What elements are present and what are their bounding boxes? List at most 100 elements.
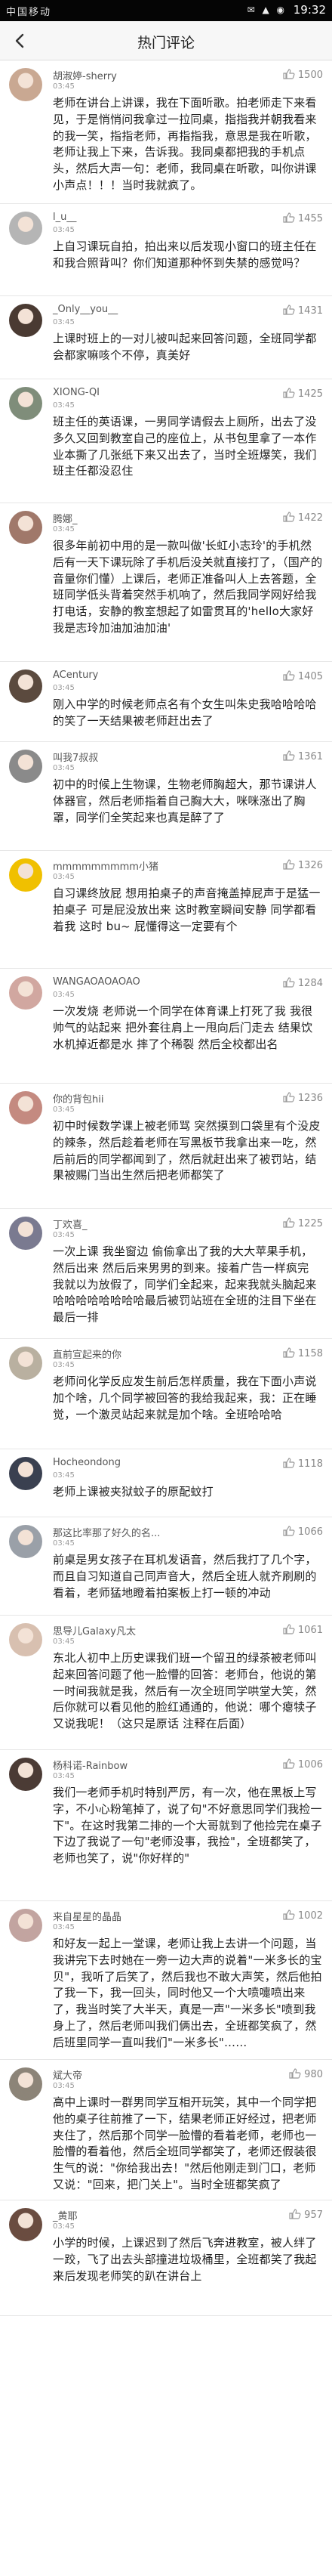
comment-username[interactable]: Hocheondong — [53, 1457, 121, 1468]
avatar-image — [9, 2067, 42, 2101]
comment-username[interactable]: mmmmmmmmm小猪 — [53, 858, 158, 873]
comment-username[interactable]: l_u__ — [53, 212, 76, 223]
avatar[interactable] — [9, 511, 42, 544]
avatar[interactable] — [9, 1091, 42, 1124]
status-icons: ✉ ▲ ◉ — [247, 5, 287, 15]
comment-time: 03:45 — [53, 873, 75, 881]
like-button[interactable]: 1455 — [283, 212, 323, 224]
thumbs-up-icon — [283, 977, 295, 988]
avatar[interactable] — [9, 750, 42, 783]
like-button[interactable]: 1326 — [283, 859, 323, 871]
like-count: 1326 — [297, 860, 323, 871]
comment-item[interactable]: _黄耶 03:45 957 小学的时候，上课迟到了然后飞奔进教室，被人绊了一跤，飞了出… — [0, 2200, 332, 2316]
avatar[interactable] — [9, 1217, 42, 1250]
comment-username[interactable]: 腾娜_ — [53, 511, 78, 525]
avatar[interactable] — [9, 1457, 42, 1490]
comment-username[interactable]: _Only__you__ — [53, 304, 118, 315]
comment-item[interactable]: _Only__you__ 03:45 1431 上课时班上的一对儿被叫起来回答问题，全… — [0, 296, 332, 379]
like-button[interactable]: 1284 — [283, 977, 323, 989]
thumbs-up-icon — [283, 750, 295, 761]
comment-username[interactable]: 杨科诺-Rainbow — [53, 1758, 128, 1772]
thumbs-up-icon — [283, 305, 295, 315]
like-button[interactable]: 1225 — [283, 1217, 323, 1229]
like-button[interactable]: 1061 — [283, 1624, 323, 1636]
like-button[interactable]: 1500 — [283, 69, 323, 81]
avatar-image — [9, 511, 42, 544]
comment-item[interactable]: 来自星星的晶晶 03:45 1002 和好友一起上一堂课，老师让我上去讲一个问题，当我… — [0, 1901, 332, 2060]
like-count: 1225 — [297, 1218, 323, 1229]
thumbs-up-icon — [283, 859, 295, 870]
comment-item[interactable]: l_u__ 03:45 1455 上自习课玩自拍，拍出来以后发现小窗口的班主任在和我合… — [0, 204, 332, 296]
comment-username[interactable]: 叫我7叔叔 — [53, 750, 98, 764]
comment-item[interactable]: ACentury 03:45 1405 刚入中学的时候老师点名有个女生叫朱史我哈哈哈哈… — [0, 662, 332, 742]
comment-time: 03:45 — [53, 764, 75, 772]
comment-item[interactable]: mmmmmmmmm小猪 03:45 1326 自习课终放屁 想用拍桌子的声音掩盖掉屁声… — [0, 851, 332, 969]
comment-username[interactable]: XIONG-QI — [53, 387, 100, 398]
avatar[interactable] — [9, 670, 42, 703]
avatar[interactable] — [9, 1909, 42, 1942]
like-button[interactable]: 1066 — [283, 1526, 323, 1538]
like-button[interactable]: 1361 — [283, 750, 323, 762]
comment-item[interactable]: 斌大帝 03:45 980 高中上课时一群男同学互相开玩笑，其中一个同学把他的桌子往前… — [0, 2060, 332, 2200]
like-button[interactable]: 957 — [289, 2209, 323, 2221]
like-button[interactable]: 1158 — [283, 1347, 323, 1359]
like-button[interactable]: 1118 — [283, 1458, 323, 1470]
comment-item[interactable]: 丁欢喜_ 03:45 1225 一次上课 我坐窗边 偷偷拿出了我的大大苹果手机，然后出… — [0, 1209, 332, 1339]
avatar[interactable] — [9, 1758, 42, 1791]
comment-username[interactable]: 来自星星的晶晶 — [53, 1909, 121, 1923]
avatar[interactable] — [9, 858, 42, 892]
comment-username[interactable]: _黄耶 — [53, 2208, 78, 2222]
comment-username[interactable]: ACentury — [53, 670, 98, 681]
like-button[interactable]: 1425 — [283, 388, 323, 400]
avatar-image — [9, 212, 42, 245]
comment-text: 一次上课 我坐窗边 偷偷拿出了我的大大苹果手机，然后出来 然后后来男男的到来。接… — [53, 1245, 317, 1325]
comment-item[interactable]: 思导儿Galaxy凡太 03:45 1061 东北人初中上历史课我们班一个留丑的绿茶被… — [0, 1616, 332, 1750]
comment-item[interactable]: XIONG-QI 03:45 1425 班主任的英语课，一男同学请假去上厕所，出去了没… — [0, 379, 332, 503]
like-button[interactable]: 1006 — [283, 1758, 323, 1770]
comment-item[interactable]: 叫我7叔叔 03:45 1361 初中的时候上生物课，生物老师胸超大，那节课讲人体器官… — [0, 742, 332, 851]
avatar[interactable] — [9, 2208, 42, 2241]
comment-text: 老师在讲台上讲课，我在下面听歌。拍老师走下来看见，于是悄悄问我拿过一拉同桌，指指… — [53, 96, 317, 192]
comment-username[interactable]: 斌大帝 — [53, 2067, 82, 2082]
comment-item[interactable]: WANGAOAOAOAO 03:45 1284 一次发烧 老师说一个同学在体育课上打死… — [0, 969, 332, 1084]
title-bar: 热门评论 — [0, 21, 332, 60]
avatar-image — [9, 1457, 42, 1490]
like-count: 1425 — [297, 388, 323, 400]
like-button[interactable]: 1422 — [283, 512, 323, 524]
thumbs-up-icon — [283, 1910, 295, 1920]
comment-username[interactable]: 那这比率那了好久的名... — [53, 1525, 160, 1539]
comment-username[interactable]: WANGAOAOAOAO — [53, 976, 140, 988]
comment-username[interactable]: 直前宣起来的你 — [53, 1347, 121, 1361]
avatar[interactable] — [9, 2067, 42, 2101]
avatar[interactable] — [9, 976, 42, 1010]
avatar[interactable] — [9, 1525, 42, 1558]
comment-item[interactable]: 你的背包hii 03:45 1236 初中时候数学课上被老师骂 突然摸到口袋里有个没皮… — [0, 1084, 332, 1209]
comment-text: 班主任的英语课，一男同学请假去上厕所，出去了没多久又回到教室自己的座位上，从书包… — [53, 415, 317, 478]
avatar[interactable] — [9, 387, 42, 420]
like-button[interactable]: 980 — [289, 2068, 323, 2080]
avatar[interactable] — [9, 212, 42, 245]
like-button[interactable]: 1431 — [283, 305, 323, 317]
like-button[interactable]: 1236 — [283, 1092, 323, 1104]
comment-username[interactable]: 思导儿Galaxy凡太 — [53, 1623, 136, 1637]
like-button[interactable]: 1405 — [283, 670, 323, 682]
avatar[interactable] — [9, 1623, 42, 1656]
comment-item[interactable]: 腾娜_ 03:45 1422 很多年前初中用的是一款叫做'长虹小志玲'的手机然后有一天… — [0, 503, 332, 662]
comment-item[interactable]: 直前宣起来的你 03:45 1158 老师问化学反应发生前后怎样质量，我在下面小声说加… — [0, 1339, 332, 1449]
like-button[interactable]: 1002 — [283, 1910, 323, 1922]
avatar[interactable] — [9, 1347, 42, 1380]
thumbs-up-icon — [283, 1347, 295, 1358]
avatar[interactable] — [9, 68, 42, 101]
comment-item[interactable]: 杨科诺-Rainbow 03:45 1006 我们一老师手机时特别严厉，有一次，他在黑… — [0, 1750, 332, 1901]
thumbs-up-icon — [283, 388, 295, 398]
comment-item[interactable]: 那这比率那了好久的名... 03:45 1066 前桌是男女孩子在耳机发语音，然后我打… — [0, 1517, 332, 1616]
comment-time: 03:45 — [53, 1539, 75, 1548]
like-count: 1006 — [297, 1759, 323, 1770]
comment-username[interactable]: 你的背包hii — [53, 1091, 103, 1106]
comment-text: 老师上课被夹狱蚊子的原配蚊打 — [53, 1485, 214, 1498]
comment-username[interactable]: 丁欢喜_ — [53, 1217, 88, 1231]
comment-item[interactable]: 胡淑婷-sherry 03:45 1500 老师在讲台上讲课，我在下面听歌。拍老师走下… — [0, 60, 332, 204]
avatar[interactable] — [9, 304, 42, 337]
comment-username[interactable]: 胡淑婷-sherry — [53, 68, 117, 82]
comment-item[interactable]: Hocheondong 03:45 1118 老师上课被夹狱蚊子的原配蚊打 — [0, 1449, 332, 1517]
